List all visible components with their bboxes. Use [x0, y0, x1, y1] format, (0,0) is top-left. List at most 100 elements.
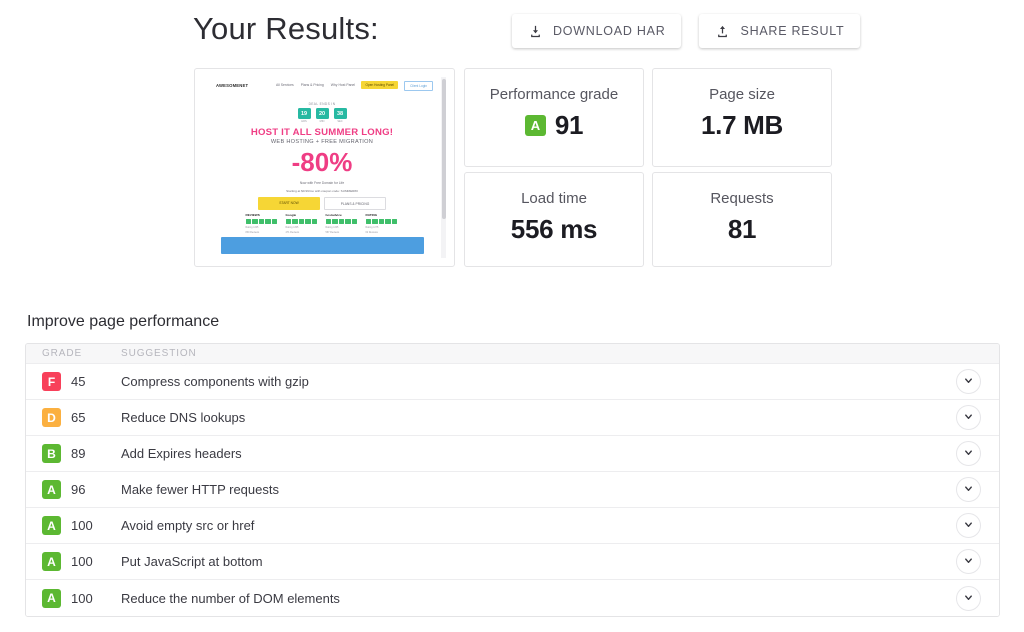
cell-toggle — [937, 586, 999, 611]
expand-row-button[interactable] — [956, 441, 981, 466]
mini-countdown: 19 20 38 — [203, 108, 441, 119]
expand-row-button[interactable] — [956, 586, 981, 611]
metric-card-requests: Requests 81 — [652, 172, 832, 267]
mini-rating-count: 62 Reviews — [366, 231, 399, 235]
table-row[interactable]: B 89 Add Expires headers — [26, 436, 999, 472]
grade-score: 96 — [71, 482, 85, 497]
cell-toggle — [937, 477, 999, 502]
chevron-down-icon — [963, 482, 974, 497]
mini-rating-stars — [286, 219, 319, 225]
mini-deal-label: DEAL ENDS IN — [203, 102, 441, 106]
mini-buttons: START NOW PLANS & PRICING — [203, 197, 441, 210]
cell-toggle — [937, 369, 999, 394]
screenshot-thumbnail-card[interactable]: AWESOMENET All Services Plans & Pricing … — [194, 68, 455, 267]
mini-rating-count: 830 Reviews — [246, 231, 279, 235]
results-header: Your Results: DOWNLOAD HAR SHARE RESULT — [0, 0, 1024, 62]
cell-suggestion: Add Expires headers — [108, 446, 937, 461]
download-har-button[interactable]: DOWNLOAD HAR — [512, 14, 681, 48]
cell-toggle — [937, 513, 999, 538]
expand-row-button[interactable] — [956, 477, 981, 502]
share-result-button[interactable]: SHARE RESULT — [699, 14, 860, 48]
metric-label: Requests — [710, 190, 773, 207]
mini-discount: -80% — [203, 149, 441, 175]
table-row[interactable]: A 100 Put JavaScript at bottom — [26, 544, 999, 580]
mini-rating-score: Rating 4.8/5 — [286, 226, 319, 230]
mini-domain-line: Now with Free Domain for Life — [203, 181, 441, 185]
mini-login-button: Client Login — [404, 81, 433, 91]
grade-badge: F — [42, 372, 61, 391]
metric-value: 1.7 MB — [701, 110, 783, 141]
metric-card-load-time: Load time 556 ms — [464, 172, 644, 267]
mini-rating-count: 471 Reviews — [286, 231, 319, 235]
page-title: Your Results: — [193, 11, 379, 47]
metric-card-performance-grade: Performance grade A 91 — [464, 68, 644, 167]
download-har-label: DOWNLOAD HAR — [553, 24, 665, 38]
mini-rating-name: RATING — [366, 213, 399, 217]
download-icon — [528, 24, 543, 39]
mini-countdown-box: 20 — [316, 108, 329, 119]
grade-score: 89 — [71, 446, 85, 461]
share-upload-icon — [715, 24, 730, 39]
cell-suggestion: Put JavaScript at bottom — [108, 554, 937, 569]
metric-label: Load time — [521, 190, 587, 207]
grade-score: 45 — [71, 374, 85, 389]
share-result-label: SHARE RESULT — [740, 24, 844, 38]
grade-badge: A — [525, 115, 546, 136]
cell-grade: A 100 — [26, 589, 108, 608]
metric-label: Performance grade — [490, 86, 618, 103]
mini-rating-score: Rating 4.7/5 — [366, 226, 399, 230]
mini-rating-count: 567 Reviews — [326, 231, 359, 235]
mini-rating-score: Rating 4.9/5 — [246, 226, 279, 230]
cell-suggestion: Compress components with gzip — [108, 374, 937, 389]
mini-rating-stars — [326, 219, 359, 225]
expand-row-button[interactable] — [956, 549, 981, 574]
table-row[interactable]: A 96 Make fewer HTTP requests — [26, 472, 999, 508]
mini-headline: HOST IT ALL SUMMER LONG! — [203, 127, 441, 138]
mini-countdown-box: 19 — [298, 108, 311, 119]
mini-ratings: REVIEWS Rating 4.9/5 830 Reviews Google … — [203, 213, 441, 234]
screenshot-thumbnail-image: AWESOMENET All Services Plans & Pricing … — [203, 77, 446, 258]
grade-badge: A — [42, 480, 61, 499]
mini-secondary-button: PLANS & PRICING — [324, 197, 386, 210]
suggestions-table: GRADE SUGGESTION F 45 Compress component… — [25, 343, 1000, 617]
cell-suggestion: Reduce the number of DOM elements — [108, 591, 937, 606]
chevron-down-icon — [963, 554, 974, 569]
metric-value: A 91 — [525, 110, 583, 141]
cell-suggestion: Make fewer HTTP requests — [108, 482, 937, 497]
cell-suggestion: Reduce DNS lookups — [108, 410, 937, 425]
cell-grade: A 100 — [26, 552, 108, 571]
suggestions-title: Improve page performance — [27, 313, 219, 331]
expand-row-button[interactable] — [956, 405, 981, 430]
cell-grade: D 65 — [26, 408, 108, 427]
mini-rating-stars — [246, 219, 279, 225]
cell-toggle — [937, 549, 999, 574]
mini-nav-link: Plans & Pricing — [301, 83, 324, 87]
metric-card-page-size: Page size 1.7 MB — [652, 68, 832, 167]
table-row[interactable]: A 100 Avoid empty src or href — [26, 508, 999, 544]
cell-grade: A 96 — [26, 480, 108, 499]
grade-badge: D — [42, 408, 61, 427]
cell-grade: F 45 — [26, 372, 108, 391]
metric-value: 81 — [728, 214, 756, 245]
table-row[interactable]: F 45 Compress components with gzip — [26, 364, 999, 400]
mini-nav-link: All Services — [276, 83, 294, 87]
mini-rating-score: Rating 4.9/5 — [326, 226, 359, 230]
grade-badge: A — [42, 589, 61, 608]
mini-rating-name: Google — [286, 213, 319, 217]
mini-nav-link: Why Host Panel — [331, 83, 355, 87]
mini-scrollbar-thumb — [442, 79, 446, 219]
cell-suggestion: Avoid empty src or href — [108, 518, 937, 533]
mini-primary-button: START NOW — [258, 197, 320, 210]
grade-badge: A — [42, 516, 61, 535]
expand-row-button[interactable] — [956, 369, 981, 394]
expand-row-button[interactable] — [956, 513, 981, 538]
mini-rating-stars — [366, 219, 399, 225]
mini-rating-item: Google Rating 4.8/5 471 Reviews — [286, 213, 319, 234]
mini-cta-button: Open Hosting Panel — [361, 81, 398, 89]
mini-countdown-label: MIN — [316, 120, 329, 123]
grade-badge: B — [42, 444, 61, 463]
table-row[interactable]: D 65 Reduce DNS lookups — [26, 400, 999, 436]
mini-rating-item: RATING Rating 4.7/5 62 Reviews — [366, 213, 399, 234]
table-row[interactable]: A 100 Reduce the number of DOM elements — [26, 580, 999, 616]
grade-score: 100 — [71, 591, 93, 606]
